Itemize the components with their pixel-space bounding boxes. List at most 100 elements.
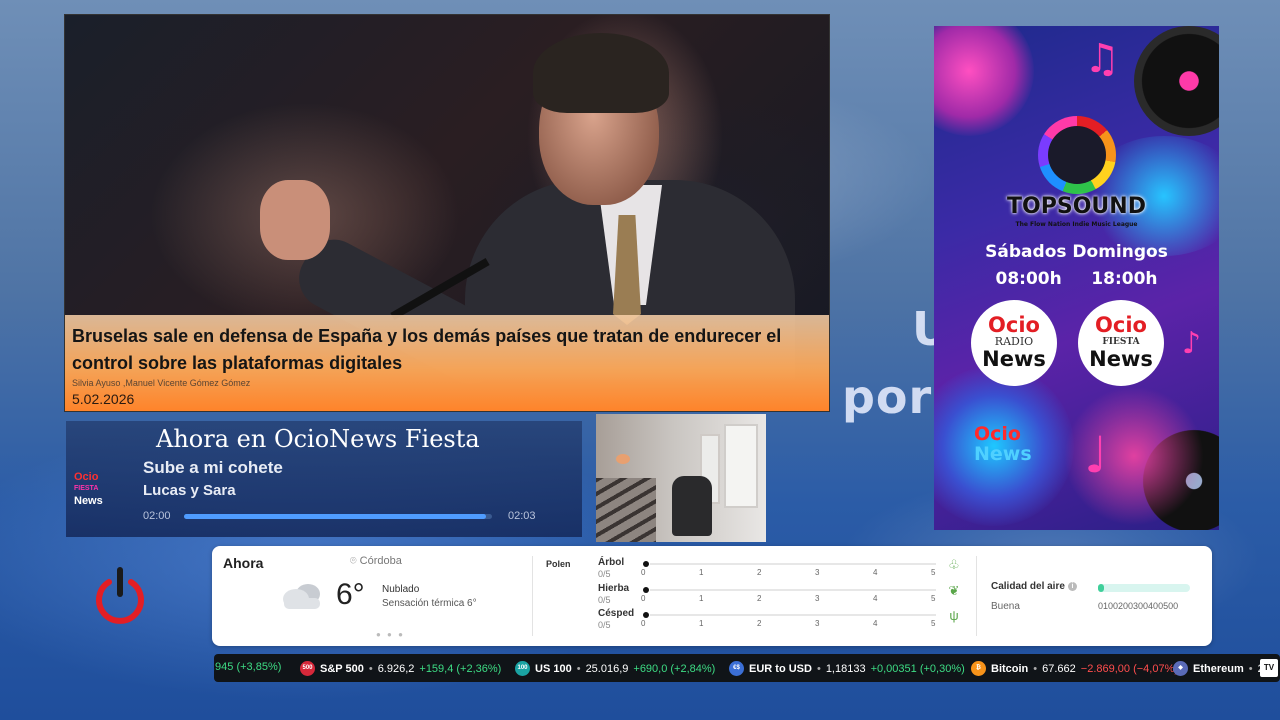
pollen-level-marker <box>643 561 649 567</box>
ticker-item[interactable]: 100 US 100 • 25.016,9 +690,0 (+2,84%) <box>515 661 715 676</box>
headline-card[interactable]: Bruselas sale en defensa de España y los… <box>64 14 830 412</box>
pollen-scale-tick: 5 <box>931 619 936 628</box>
carousel-pager[interactable]: ● ● ● <box>376 630 405 639</box>
now-playing-heading: Ahora en OcioNews Fiesta <box>156 425 480 453</box>
ticker-badge-icon: €$ <box>729 661 744 676</box>
pollen-row: Hierba 0/5 0 1 2 3 4 5 ❦ <box>598 583 959 607</box>
ticker-item[interactable]: ₿ Bitcoin • 67.662 −2.869,00 (−4,07%) <box>971 661 1178 676</box>
pollen-scale-tick: 1 <box>699 568 704 577</box>
pollen-scale-tick: 4 <box>873 568 878 577</box>
ticker-change: +159,4 (+2,36%) <box>419 662 502 675</box>
pollen-row: Árbol 0/5 0 1 2 3 4 5 ♧ <box>598 557 960 581</box>
pollen-scale-tick: 5 <box>931 568 936 577</box>
webcam-view <box>596 414 766 542</box>
pollen-scale-tick: 2 <box>757 619 762 628</box>
webcam-stairs <box>596 478 656 542</box>
location-pin-icon: ⌾ <box>350 555 360 567</box>
ocio-radio-logo: Ocio RADIO News <box>971 300 1057 386</box>
pollen-scale-tick: 1 <box>699 594 704 603</box>
poster-decoration <box>934 26 1034 136</box>
vinyl-record-icon <box>1134 26 1219 136</box>
pollen-scale-tick: 4 <box>873 594 878 603</box>
tree-icon: ♧ <box>948 557 960 572</box>
ticker-name: EUR to USD <box>749 662 812 675</box>
topsound-brand: TOPSOUND <box>1007 194 1146 219</box>
ticker-separator: • <box>816 662 821 675</box>
power-icon <box>96 567 144 624</box>
schedule-days: Sábados Domingos <box>985 242 1168 262</box>
ticker-price: 67.662 <box>1042 662 1076 675</box>
ticker-name: Bitcoin <box>991 662 1029 675</box>
pollen-score: 0/5 <box>598 569 611 579</box>
pollen-score: 0/5 <box>598 595 611 605</box>
ticker-separator: • <box>368 662 373 675</box>
ticker-badge-icon: ₿ <box>971 661 986 676</box>
pollen-scale-tick: 3 <box>815 594 820 603</box>
ticker-price: 25.016,9 <box>585 662 629 675</box>
weather-widget: Ahora ⌾ Córdoba 6° Nublado Sensación tér… <box>212 546 1212 646</box>
ocio-fiesta-logo: Ocio FIESTA News <box>1078 300 1164 386</box>
power-button[interactable] <box>94 566 146 624</box>
pollen-row: Césped 0/5 0 1 2 3 4 5 ψ <box>598 608 959 632</box>
webcam-lamp <box>616 454 630 464</box>
market-ticker: ,945 (+3,85%) 500 S&P 500 • 6.926,2 +159,4 (+… <box>214 654 1280 682</box>
air-quality-bar <box>1098 584 1190 592</box>
weather-now-title: Ahora <box>223 555 264 571</box>
ticker-badge-icon: ◆ <box>1173 661 1188 676</box>
ticker-change: −2.869,00 (−4,07%) <box>1080 662 1179 675</box>
air-quality-fill <box>1098 584 1104 592</box>
pollen-track <box>650 614 936 616</box>
ticker-price: 1,18133 <box>825 662 866 675</box>
weed-icon: ❦ <box>948 583 960 598</box>
divider <box>532 556 533 636</box>
background-text-por: por <box>842 370 933 424</box>
pollen-scale-tick: 0 <box>641 594 646 603</box>
pollen-type: Árbol <box>598 557 625 568</box>
ticker-change: +690,0 (+2,84%) <box>633 662 716 675</box>
ticker-name: Ethereum <box>1193 662 1244 675</box>
pollen-scale-tick: 0 <box>641 568 646 577</box>
pollen-scale-tick: 1 <box>699 619 704 628</box>
ticker-item[interactable]: 500 S&P 500 • 6.926,2 +159,4 (+2,36%) <box>300 661 501 676</box>
cloud-icon <box>283 584 320 609</box>
ticker-badge-icon: 100 <box>515 661 530 676</box>
air-quality-label: Calidad del aire i <box>991 581 1077 592</box>
photo-hair <box>533 33 669 113</box>
tradingview-logo: TV <box>1260 659 1278 677</box>
photo-hand <box>260 180 330 260</box>
pollen-score: 0/5 <box>598 620 611 630</box>
ticker-item[interactable]: ,945 (+3,85%) <box>214 661 281 673</box>
ticker-item[interactable]: ◆Ethereum•2. <box>1173 661 1267 676</box>
song-progress-bar[interactable] <box>184 514 492 519</box>
song-progress-fill <box>184 514 486 519</box>
air-quality-status: Buena <box>991 601 1020 612</box>
ticker-price: 6.926,2 <box>377 662 415 675</box>
ticker-item[interactable]: €$ EUR to USD • 1,18133 +0,00351 (+0,30%) <box>729 661 965 676</box>
pollen-level-marker <box>643 612 649 618</box>
pollen-level-marker <box>643 587 649 593</box>
headline-title[interactable]: Bruselas sale en defensa de España y los… <box>72 323 823 377</box>
pollen-type: Césped <box>598 608 635 619</box>
ticker-change: ,945 (+3,85%) <box>214 661 282 673</box>
pollen-scale-tick: 3 <box>815 568 820 577</box>
info-icon[interactable]: i <box>1067 582 1077 591</box>
pollen-scale-tick: 4 <box>873 619 878 628</box>
webcam-window <box>724 424 758 508</box>
headline-date: 5.02.2026 <box>72 391 135 407</box>
headline-caption: Bruselas sale en defensa de España y los… <box>65 315 829 411</box>
feels-like: Sensación térmica 6° <box>382 598 477 609</box>
pollen-track <box>650 589 936 591</box>
schedule-hours: 08:00h 18:00h <box>995 269 1158 289</box>
ticker-separator: • <box>1248 662 1253 675</box>
radio-poster[interactable]: ♫ ♪ ♩ TOPSOUND The Flow Nation Indie Mus… <box>934 26 1219 530</box>
pollen-scale-tick: 5 <box>931 594 936 603</box>
pollen-label: Polen <box>546 559 571 569</box>
music-note-icon: ♫ <box>1084 36 1120 82</box>
pollen-scale-tick: 2 <box>757 594 762 603</box>
song-artist: Lucas y Sara <box>143 482 236 499</box>
ocio-fiesta-logo: Ocio FIESTA News <box>74 471 103 507</box>
weather-location[interactable]: ⌾ Córdoba <box>350 555 402 568</box>
weather-condition: Nublado <box>382 584 420 595</box>
pollen-track <box>650 563 936 565</box>
grass-icon: ψ <box>949 608 959 623</box>
